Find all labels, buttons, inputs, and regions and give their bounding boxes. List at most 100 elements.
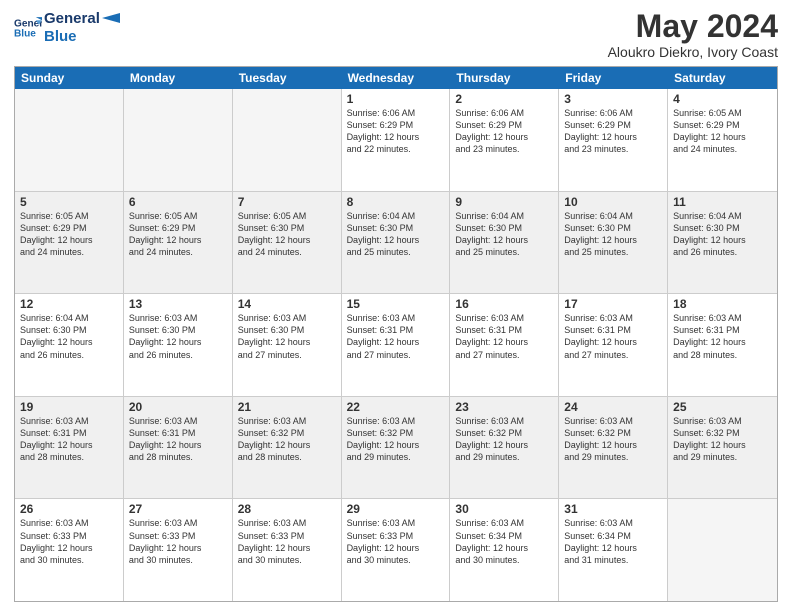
day-number: 28	[238, 502, 336, 516]
day-info: Sunrise: 6:03 AMSunset: 6:32 PMDaylight:…	[238, 415, 336, 464]
day-info: Sunrise: 6:03 AMSunset: 6:32 PMDaylight:…	[347, 415, 445, 464]
day-info: Sunrise: 6:05 AMSunset: 6:29 PMDaylight:…	[673, 107, 772, 156]
calendar-cell: 15Sunrise: 6:03 AMSunset: 6:31 PMDayligh…	[342, 294, 451, 396]
day-info: Sunrise: 6:03 AMSunset: 6:33 PMDaylight:…	[129, 517, 227, 566]
calendar-cell: 9Sunrise: 6:04 AMSunset: 6:30 PMDaylight…	[450, 192, 559, 294]
weekday-header-thursday: Thursday	[450, 67, 559, 89]
calendar-cell: 1Sunrise: 6:06 AMSunset: 6:29 PMDaylight…	[342, 89, 451, 191]
day-number: 17	[564, 297, 662, 311]
page: General Blue General Blue May 2024 Alouk…	[0, 0, 792, 612]
logo-general: General	[44, 10, 100, 28]
calendar-cell: 26Sunrise: 6:03 AMSunset: 6:33 PMDayligh…	[15, 499, 124, 601]
calendar-cell: 5Sunrise: 6:05 AMSunset: 6:29 PMDaylight…	[15, 192, 124, 294]
day-info: Sunrise: 6:05 AMSunset: 6:29 PMDaylight:…	[129, 210, 227, 259]
day-info: Sunrise: 6:03 AMSunset: 6:32 PMDaylight:…	[564, 415, 662, 464]
logo-blue: Blue	[44, 28, 100, 46]
weekday-header-tuesday: Tuesday	[233, 67, 342, 89]
calendar-cell: 30Sunrise: 6:03 AMSunset: 6:34 PMDayligh…	[450, 499, 559, 601]
weekday-header-monday: Monday	[124, 67, 233, 89]
day-info: Sunrise: 6:03 AMSunset: 6:34 PMDaylight:…	[455, 517, 553, 566]
day-number: 11	[673, 195, 772, 209]
day-number: 30	[455, 502, 553, 516]
day-info: Sunrise: 6:05 AMSunset: 6:30 PMDaylight:…	[238, 210, 336, 259]
day-number: 20	[129, 400, 227, 414]
day-info: Sunrise: 6:03 AMSunset: 6:34 PMDaylight:…	[564, 517, 662, 566]
calendar-cell: 11Sunrise: 6:04 AMSunset: 6:30 PMDayligh…	[668, 192, 777, 294]
day-info: Sunrise: 6:03 AMSunset: 6:31 PMDaylight:…	[564, 312, 662, 361]
day-number: 1	[347, 92, 445, 106]
day-number: 15	[347, 297, 445, 311]
day-number: 23	[455, 400, 553, 414]
day-info: Sunrise: 6:03 AMSunset: 6:32 PMDaylight:…	[673, 415, 772, 464]
day-info: Sunrise: 6:03 AMSunset: 6:31 PMDaylight:…	[129, 415, 227, 464]
day-number: 3	[564, 92, 662, 106]
day-info: Sunrise: 6:03 AMSunset: 6:31 PMDaylight:…	[347, 312, 445, 361]
day-number: 9	[455, 195, 553, 209]
day-info: Sunrise: 6:04 AMSunset: 6:30 PMDaylight:…	[673, 210, 772, 259]
day-number: 8	[347, 195, 445, 209]
month-year: May 2024	[608, 10, 778, 42]
logo: General Blue General Blue	[14, 10, 120, 46]
calendar-cell: 20Sunrise: 6:03 AMSunset: 6:31 PMDayligh…	[124, 397, 233, 499]
day-number: 12	[20, 297, 118, 311]
day-number: 13	[129, 297, 227, 311]
day-info: Sunrise: 6:04 AMSunset: 6:30 PMDaylight:…	[564, 210, 662, 259]
calendar-body: 1Sunrise: 6:06 AMSunset: 6:29 PMDaylight…	[15, 89, 777, 601]
day-info: Sunrise: 6:04 AMSunset: 6:30 PMDaylight:…	[20, 312, 118, 361]
calendar-cell: 16Sunrise: 6:03 AMSunset: 6:31 PMDayligh…	[450, 294, 559, 396]
day-info: Sunrise: 6:03 AMSunset: 6:31 PMDaylight:…	[455, 312, 553, 361]
logo-arrow-icon	[102, 13, 120, 31]
calendar-cell: 22Sunrise: 6:03 AMSunset: 6:32 PMDayligh…	[342, 397, 451, 499]
calendar-cell: 7Sunrise: 6:05 AMSunset: 6:30 PMDaylight…	[233, 192, 342, 294]
day-info: Sunrise: 6:03 AMSunset: 6:32 PMDaylight:…	[455, 415, 553, 464]
calendar-cell: 8Sunrise: 6:04 AMSunset: 6:30 PMDaylight…	[342, 192, 451, 294]
calendar-cell: 24Sunrise: 6:03 AMSunset: 6:32 PMDayligh…	[559, 397, 668, 499]
day-info: Sunrise: 6:04 AMSunset: 6:30 PMDaylight:…	[347, 210, 445, 259]
calendar-cell: 10Sunrise: 6:04 AMSunset: 6:30 PMDayligh…	[559, 192, 668, 294]
header-right: May 2024 Aloukro Diekro, Ivory Coast	[608, 10, 778, 60]
day-number: 18	[673, 297, 772, 311]
day-number: 24	[564, 400, 662, 414]
calendar-row: 5Sunrise: 6:05 AMSunset: 6:29 PMDaylight…	[15, 192, 777, 295]
calendar-cell: 4Sunrise: 6:05 AMSunset: 6:29 PMDaylight…	[668, 89, 777, 191]
calendar-cell	[124, 89, 233, 191]
day-info: Sunrise: 6:06 AMSunset: 6:29 PMDaylight:…	[564, 107, 662, 156]
calendar: SundayMondayTuesdayWednesdayThursdayFrid…	[14, 66, 778, 602]
calendar-cell: 14Sunrise: 6:03 AMSunset: 6:30 PMDayligh…	[233, 294, 342, 396]
day-info: Sunrise: 6:03 AMSunset: 6:33 PMDaylight:…	[347, 517, 445, 566]
weekday-header-sunday: Sunday	[15, 67, 124, 89]
day-info: Sunrise: 6:06 AMSunset: 6:29 PMDaylight:…	[347, 107, 445, 156]
calendar-row: 19Sunrise: 6:03 AMSunset: 6:31 PMDayligh…	[15, 397, 777, 500]
day-number: 25	[673, 400, 772, 414]
day-info: Sunrise: 6:05 AMSunset: 6:29 PMDaylight:…	[20, 210, 118, 259]
weekday-header-saturday: Saturday	[668, 67, 777, 89]
header: General Blue General Blue May 2024 Alouk…	[14, 10, 778, 60]
day-info: Sunrise: 6:03 AMSunset: 6:30 PMDaylight:…	[129, 312, 227, 361]
day-number: 31	[564, 502, 662, 516]
calendar-cell: 2Sunrise: 6:06 AMSunset: 6:29 PMDaylight…	[450, 89, 559, 191]
day-number: 10	[564, 195, 662, 209]
weekday-header-wednesday: Wednesday	[342, 67, 451, 89]
calendar-cell: 21Sunrise: 6:03 AMSunset: 6:32 PMDayligh…	[233, 397, 342, 499]
calendar-cell	[15, 89, 124, 191]
calendar-cell: 25Sunrise: 6:03 AMSunset: 6:32 PMDayligh…	[668, 397, 777, 499]
calendar-cell: 19Sunrise: 6:03 AMSunset: 6:31 PMDayligh…	[15, 397, 124, 499]
calendar-cell: 31Sunrise: 6:03 AMSunset: 6:34 PMDayligh…	[559, 499, 668, 601]
calendar-cell: 13Sunrise: 6:03 AMSunset: 6:30 PMDayligh…	[124, 294, 233, 396]
day-info: Sunrise: 6:06 AMSunset: 6:29 PMDaylight:…	[455, 107, 553, 156]
weekday-header-friday: Friday	[559, 67, 668, 89]
day-number: 7	[238, 195, 336, 209]
day-number: 26	[20, 502, 118, 516]
calendar-header: SundayMondayTuesdayWednesdayThursdayFrid…	[15, 67, 777, 89]
day-number: 4	[673, 92, 772, 106]
day-number: 21	[238, 400, 336, 414]
day-number: 22	[347, 400, 445, 414]
calendar-cell: 12Sunrise: 6:04 AMSunset: 6:30 PMDayligh…	[15, 294, 124, 396]
day-info: Sunrise: 6:03 AMSunset: 6:31 PMDaylight:…	[20, 415, 118, 464]
calendar-cell: 23Sunrise: 6:03 AMSunset: 6:32 PMDayligh…	[450, 397, 559, 499]
day-number: 19	[20, 400, 118, 414]
day-number: 14	[238, 297, 336, 311]
calendar-cell	[668, 499, 777, 601]
day-number: 16	[455, 297, 553, 311]
calendar-row: 26 Sunrise: 6:03 AMSunset: 6:33 PMDayligh…	[15, 499, 777, 601]
